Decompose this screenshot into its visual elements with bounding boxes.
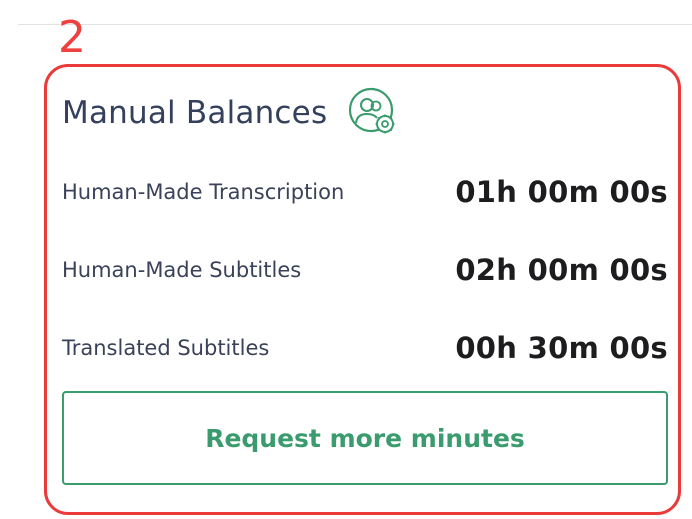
balance-value: 00h 30m 00s (455, 331, 668, 365)
balance-row-human-made-transcription: Human-Made Transcription 01h 00m 00s (62, 170, 668, 214)
annotation-number: 2 (58, 12, 86, 63)
balance-label: Human-Made Transcription (62, 180, 345, 204)
manual-balances-card: Manual Balances Human-Made Transcription… (62, 78, 668, 492)
balance-label: Human-Made Subtitles (62, 258, 302, 282)
balance-row-translated-subtitles: Translated Subtitles 00h 30m 00s (62, 326, 668, 370)
top-divider (18, 24, 692, 25)
balance-label: Translated Subtitles (62, 336, 270, 360)
manual-balances-panel: 2 Manual Balances Human-Made Transcripti… (0, 0, 692, 519)
balance-row-human-made-subtitles: Human-Made Subtitles 02h 00m 00s (62, 248, 668, 292)
users-settings-icon-svg (349, 87, 395, 134)
balance-value: 01h 00m 00s (455, 175, 668, 209)
request-more-minutes-button[interactable]: Request more minutes (62, 391, 668, 485)
request-button-label: Request more minutes (205, 423, 525, 453)
card-header: Manual Balances (62, 86, 401, 140)
card-title: Manual Balances (62, 95, 328, 131)
balance-value: 02h 00m 00s (455, 253, 668, 287)
users-settings-icon (347, 86, 401, 140)
